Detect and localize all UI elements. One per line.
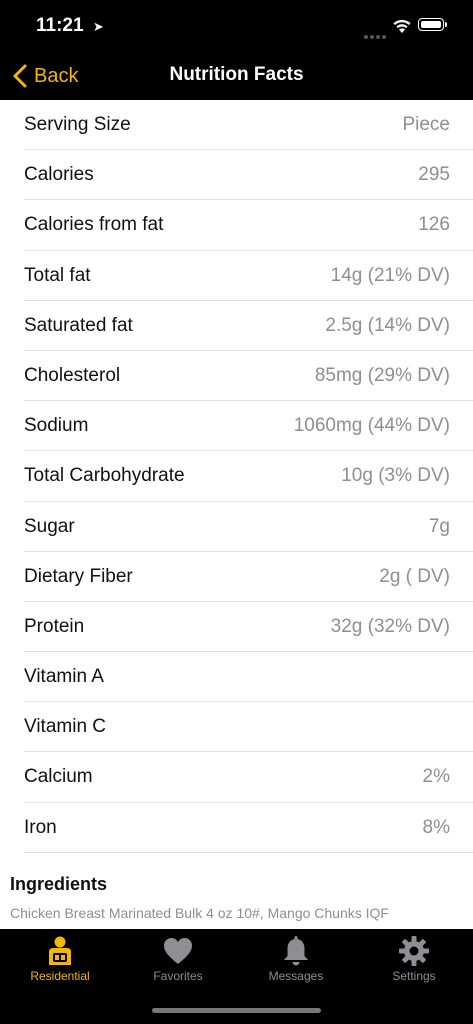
- page-title: Nutrition Facts: [169, 64, 304, 85]
- row-label: Iron: [24, 816, 57, 838]
- heart-icon: [164, 938, 192, 964]
- nutrition-row-total-carbohydrate: Total Carbohydrate 10g (3% DV): [24, 451, 473, 502]
- ingredients-heading: Ingredients: [10, 874, 108, 894]
- row-label: Protein: [24, 615, 85, 637]
- row-value: 2g ( DV): [379, 565, 450, 587]
- gear-icon: [399, 936, 429, 966]
- nutrition-row-calcium: Calcium 2%: [24, 752, 473, 803]
- status-time: 11:21 ➤: [36, 15, 104, 37]
- nutrition-row-protein: Protein 32g (32% DV): [24, 602, 473, 653]
- tab-label: Settings: [392, 969, 436, 983]
- wifi-icon: [393, 19, 411, 33]
- row-value: 32g (32% DV): [330, 615, 450, 637]
- row-label: Vitamin C: [24, 716, 107, 738]
- status-time-text: 11:21: [36, 15, 84, 36]
- nutrition-row-sugar: Sugar 7g: [24, 502, 473, 552]
- row-value: 2%: [422, 766, 450, 788]
- row-value: 85mg (29% DV): [314, 364, 450, 386]
- nutrition-row-dietary-fiber: Dietary Fiber 2g ( DV): [24, 552, 473, 602]
- row-value: 2.5g (14% DV): [325, 314, 450, 336]
- location-arrow-icon: ➤: [92, 19, 104, 34]
- row-label: Calories: [24, 164, 94, 186]
- row-label: Total Carbohydrate: [24, 465, 185, 487]
- nutrition-list: Serving Size Piece Calories 295 Calories…: [0, 100, 473, 853]
- row-value: 7g: [428, 515, 450, 537]
- row-label: Dietary Fiber: [24, 565, 133, 587]
- nutrition-row-serving-size: Serving Size Piece: [24, 100, 473, 151]
- nutrition-row-iron: Iron 8%: [24, 803, 473, 853]
- tab-favorites[interactable]: Favorites: [119, 935, 237, 983]
- home-indicator: [152, 1008, 321, 1013]
- tab-label: Residential: [30, 969, 90, 983]
- status-bar: 11:21 ➤: [0, 0, 473, 52]
- row-value: 14g (21% DV): [330, 264, 450, 286]
- row-value: 295: [418, 164, 450, 186]
- row-value: 126: [418, 214, 450, 236]
- nutrition-row-saturated-fat: Saturated fat 2.5g (14% DV): [24, 301, 473, 351]
- bell-icon: [284, 936, 308, 966]
- row-label: Vitamin A: [24, 666, 104, 688]
- navigation-bar: Back Nutrition Facts: [0, 52, 473, 100]
- row-label: Sodium: [24, 415, 89, 437]
- row-value: 10g (3% DV): [341, 465, 450, 487]
- row-label: Calcium: [24, 766, 93, 788]
- row-label: Calories from fat: [24, 214, 164, 236]
- nutrition-row-calories: Calories 295: [24, 150, 473, 201]
- row-value: Piece: [402, 114, 450, 135]
- tab-settings[interactable]: Settings: [355, 935, 473, 983]
- nutrition-row-vitamin-c: Vitamin C: [24, 702, 473, 753]
- tab-label: Messages: [268, 969, 324, 983]
- tab-residential[interactable]: Residential: [1, 935, 119, 983]
- nutrition-row-sodium: Sodium 1060mg (44% DV): [24, 401, 473, 452]
- tab-label: Favorites: [153, 969, 203, 983]
- ingredients-text: Chicken Breast Marinated Bulk 4 oz 10#, …: [10, 905, 389, 921]
- row-value: 8%: [422, 816, 450, 838]
- row-label: Saturated fat: [24, 314, 133, 336]
- nutrition-row-cholesterol: Cholesterol 85mg (29% DV): [24, 351, 473, 402]
- battery-icon: [418, 18, 447, 31]
- nutrition-row-vitamin-a: Vitamin A: [24, 652, 473, 703]
- row-label: Serving Size: [24, 114, 131, 135]
- tab-messages[interactable]: Messages: [237, 935, 355, 983]
- residential-icon: [49, 936, 71, 965]
- cellular-signal-icon: [364, 26, 388, 44]
- row-label: Total fat: [24, 264, 91, 286]
- row-label: Cholesterol: [24, 364, 121, 386]
- nutrition-row-calories-from-fat: Calories from fat 126: [24, 200, 473, 251]
- nutrition-row-total-fat: Total fat 14g (21% DV): [24, 251, 473, 301]
- row-value: 1060mg (44% DV): [293, 415, 450, 437]
- row-label: Sugar: [24, 515, 75, 537]
